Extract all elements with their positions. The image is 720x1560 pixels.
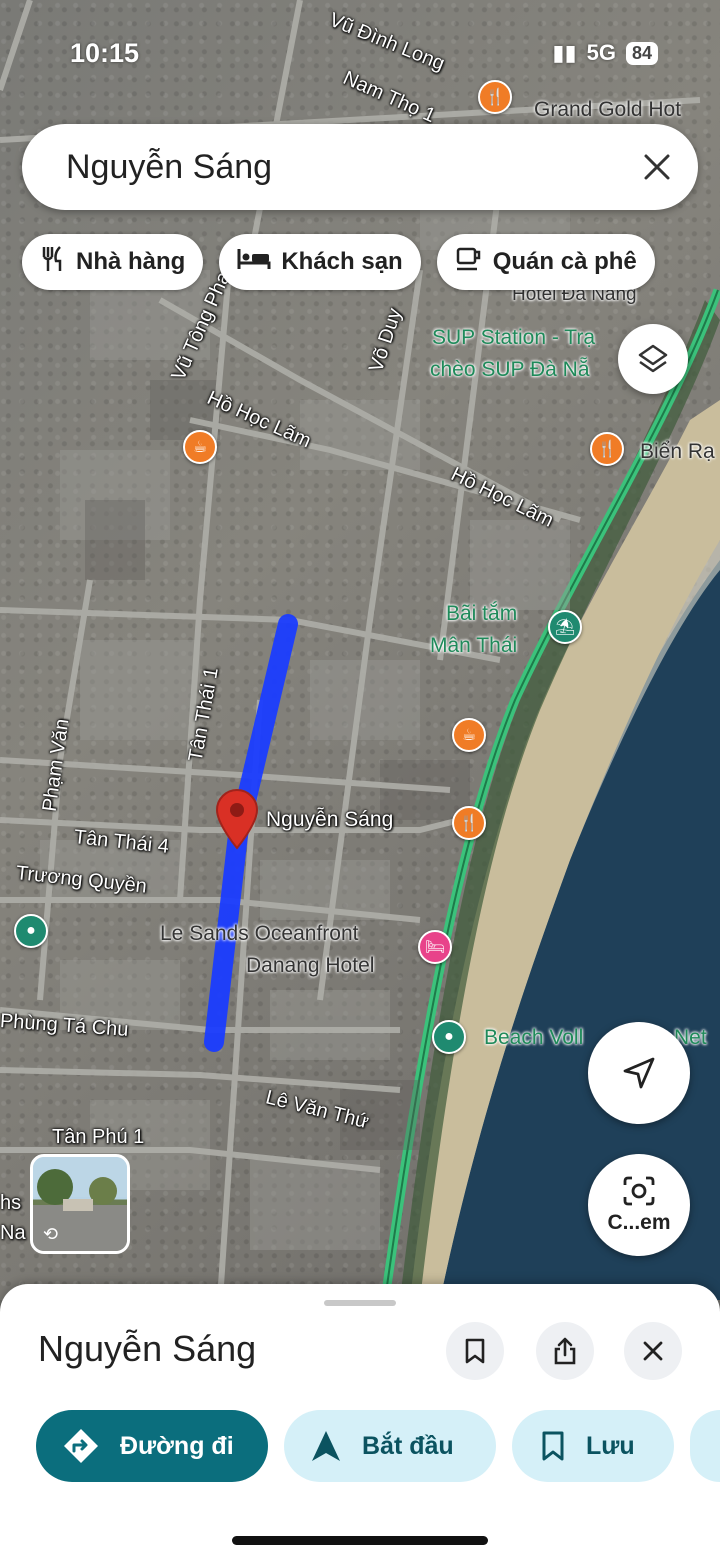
layers-icon [638,344,668,373]
poi-label[interactable]: Bãi tắm [446,602,517,626]
close-icon [643,1341,663,1361]
save-place-button[interactable] [446,1322,504,1380]
poi-label[interactable]: Grand Gold Hot [534,98,681,122]
my-location-button[interactable] [588,1022,690,1124]
place-pin-icon[interactable]: ● [14,914,48,948]
street-label: Na [0,1222,26,1244]
action-label: Lưu [586,1431,635,1460]
poi-label[interactable]: Danang Hotel [246,954,374,978]
poi-label[interactable]: Biển Rạ [640,440,715,464]
chip-label: Khách sạn [281,248,403,275]
street-label: Tân Phú 1 [52,1126,145,1148]
chip-label: Quán cà phê [492,248,637,275]
more-actions-button[interactable] [690,1410,720,1482]
rotate-360-icon: ⟲ [43,1224,59,1244]
chip-label: Nhà hàng [76,248,186,275]
place-bottom-sheet[interactable]: Nguyễn Sáng Đường đi Bắt đầu Lưu [0,1284,720,1560]
bookmark-icon [542,1431,564,1461]
bookmark-icon [465,1338,485,1364]
restaurant-pin-icon[interactable]: 🍴 [590,432,624,466]
signal-icon: ▮▮ [552,40,577,65]
network-type: 5G [586,40,616,65]
camera-search-button[interactable]: C...em [588,1154,690,1256]
clear-search-icon[interactable] [642,152,672,182]
action-label: Đường đi [120,1431,234,1460]
chip-coffee[interactable]: Quán cà phê [436,234,655,290]
poi-label[interactable]: chèo SUP Đà Nẵ [430,358,590,382]
status-indicators: ▮▮ 5G 84 [552,40,658,66]
street-label-selected: Nguyễn Sáng [266,808,394,831]
chip-restaurants[interactable]: Nhà hàng [22,234,204,290]
close-sheet-button[interactable] [624,1322,682,1380]
restaurant-icon [40,245,66,280]
status-time: 10:15 [70,38,140,68]
beach-pin-icon[interactable]: ⛱ [548,610,582,644]
poi-label[interactable]: Beach Voll [484,1026,583,1050]
place-title: Nguyễn Sáng [38,1328,257,1369]
save-action-button[interactable]: Lưu [512,1410,674,1482]
directions-button[interactable]: Đường đi [36,1410,268,1482]
hotel-icon [237,247,271,278]
coffee-pin-icon[interactable]: ☕ [183,430,217,464]
start-navigation-button[interactable]: Bắt đầu [284,1410,496,1482]
layers-button[interactable] [618,324,688,394]
place-pin-icon[interactable]: ● [432,1020,466,1054]
poi-label[interactable]: Le Sands Oceanfront [160,922,358,946]
action-label: Bắt đầu [362,1431,454,1460]
camera-label: C...em [607,1211,671,1234]
location-marker-icon[interactable] [213,788,261,850]
camera-icon [623,1176,655,1206]
share-icon [554,1337,576,1365]
coffee-icon [455,246,483,279]
street-view-thumbnail[interactable]: ⟲ [30,1154,130,1254]
restaurant-pin-icon[interactable]: 🍴 [452,806,486,840]
navigation-icon [312,1431,340,1461]
poi-label[interactable]: SUP Station - Trạ [432,326,595,350]
street-label: hs [0,1192,22,1214]
restaurant-pin-icon[interactable]: 🍴 [478,80,512,114]
category-chips: Nhà hàng Khách sạn Quán cà phê [22,234,655,290]
directions-icon [64,1429,98,1463]
poi-label[interactable]: Mân Thái [430,634,517,658]
search-query[interactable]: Nguyễn Sáng [66,148,642,187]
share-button[interactable] [536,1322,594,1380]
home-indicator [232,1536,488,1545]
drag-handle[interactable] [324,1300,396,1306]
navigation-arrow-icon [623,1057,655,1089]
coffee-pin-icon[interactable]: ☕ [452,718,486,752]
chip-hotels[interactable]: Khách sạn [219,234,421,290]
battery-icon: 84 [625,41,658,65]
search-bar[interactable]: Nguyễn Sáng [22,124,698,210]
hotel-pin-icon[interactable]: 🛏 [418,930,452,964]
